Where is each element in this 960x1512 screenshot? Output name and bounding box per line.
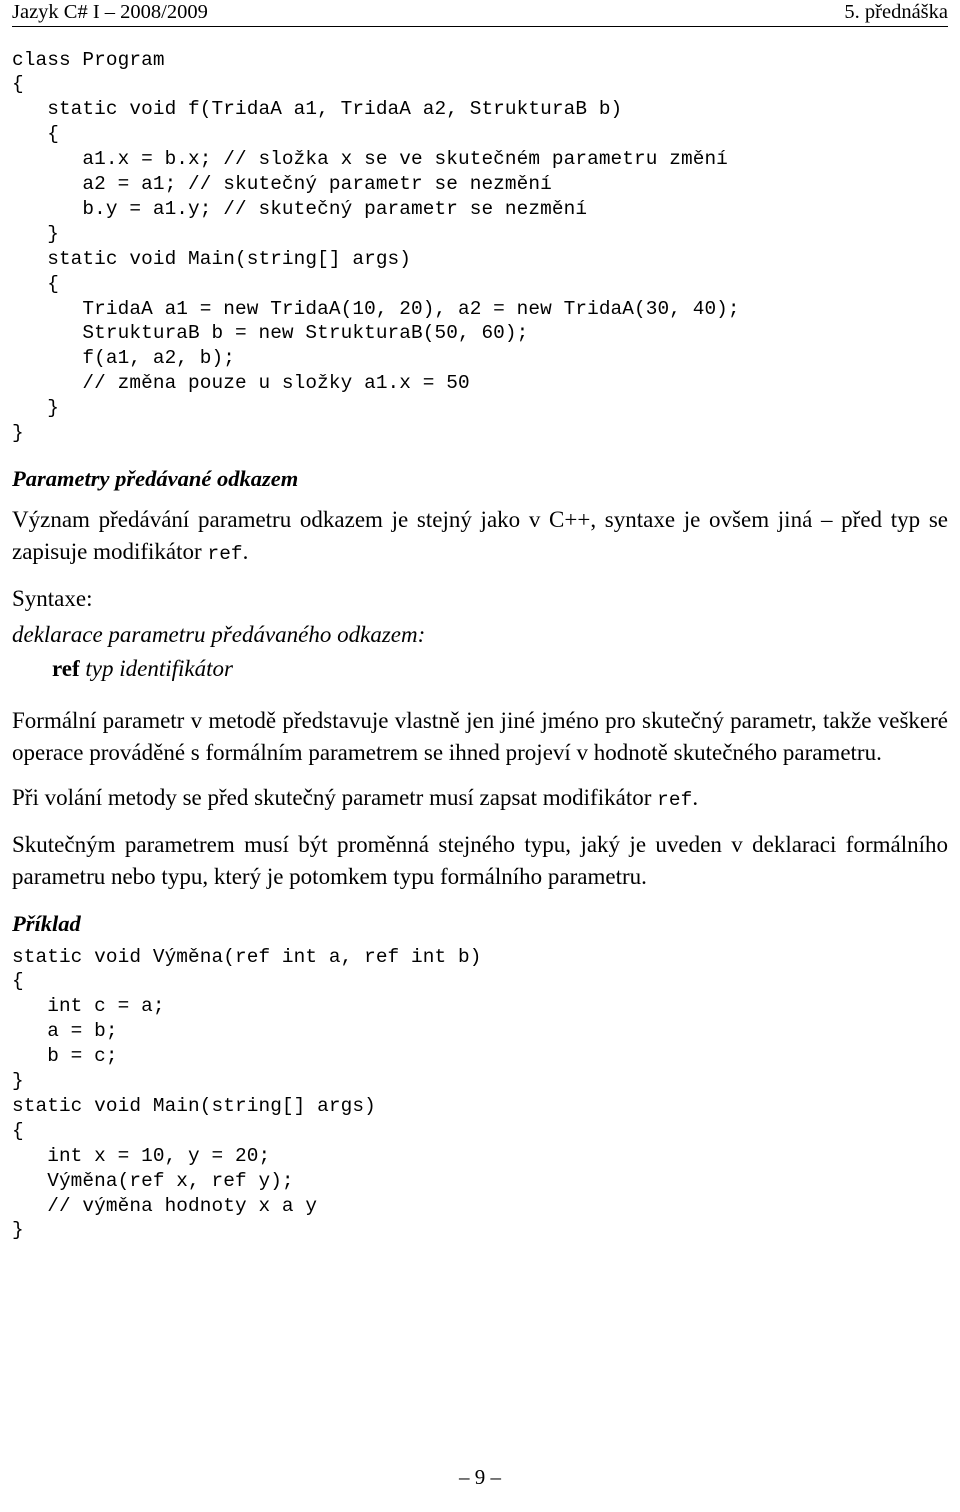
- code-block-vymena-example: static void Výměna(ref int a, ref int b)…: [12, 945, 482, 1242]
- inline-code-ref-2: ref: [657, 788, 693, 811]
- paragraph-vyznam-predavani: Význam předávání parametru odkazem je st…: [12, 504, 948, 570]
- heading-parametry-predavane-odkazem: Parametry předávané odkazem: [12, 466, 299, 491]
- syntax-declaration-form: ref typ identifikátor: [52, 653, 948, 685]
- paragraph-vyznam-text-before: Význam předávání parametru odkazem je st…: [12, 506, 948, 564]
- page-header: Jazyk C# I – 2008/2009 5. přednáška: [12, 0, 948, 27]
- paragraph-pri-volani: Při volání metody se před skutečný param…: [12, 782, 948, 816]
- syntax-keyword-ref: ref: [52, 655, 80, 681]
- paragraph-pri-volani-text-before: Při volání metody se před skutečný param…: [12, 784, 658, 810]
- paragraph-skutecnym-parametrem: Skutečným parametrem musí být proměnná s…: [12, 831, 948, 889]
- paragraph-vyznam-text-after: .: [242, 538, 249, 564]
- header-course-title: Jazyk C# I – 2008/2009: [12, 1, 208, 23]
- header-lecture-number: 5. přednáška: [844, 1, 948, 23]
- heading-priklad: Příklad: [12, 910, 81, 936]
- inline-code-ref-1: ref: [207, 542, 243, 565]
- code-block-program-class: class Program { static void f(TridaA a1,…: [12, 48, 740, 445]
- paragraph-pri-volani-text-after: .: [692, 784, 699, 810]
- page-number: – 9 –: [459, 1465, 501, 1489]
- syntax-form-rest: typ identifikátor: [79, 655, 233, 681]
- page-footer: – 9 –: [0, 1467, 960, 1488]
- label-syntaxe: Syntaxe:: [12, 585, 93, 611]
- document-page: Jazyk C# I – 2008/2009 5. přednáška clas…: [0, 0, 960, 1512]
- syntax-declaration-label: deklarace parametru předávaného odkazem:: [12, 621, 426, 647]
- paragraph-formalni-parametr: Formální parametr v metodě představuje v…: [12, 707, 948, 765]
